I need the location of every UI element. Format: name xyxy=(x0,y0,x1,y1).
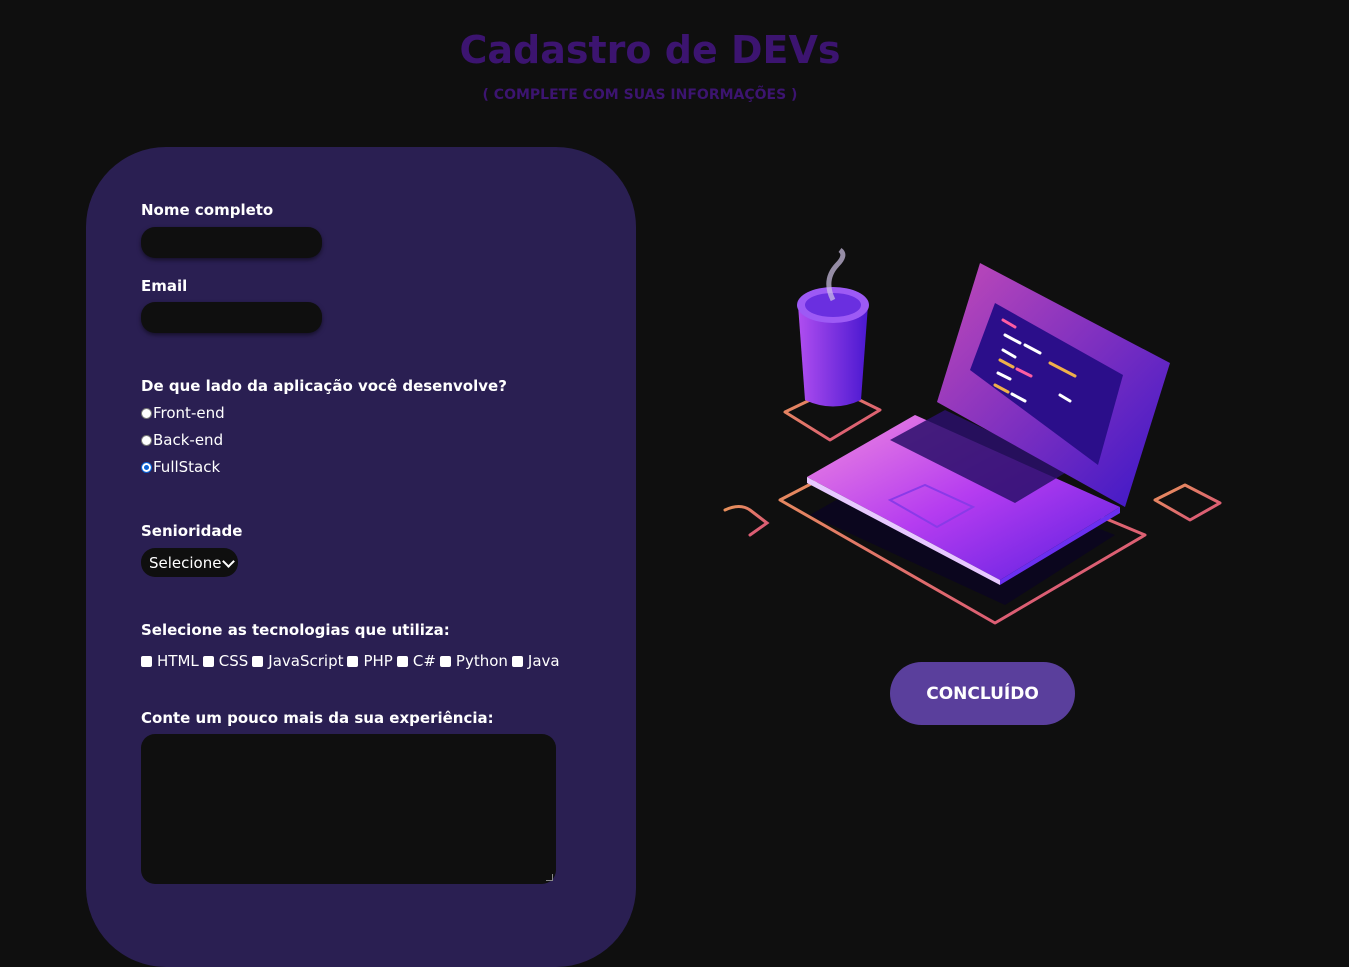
checkbox-label: HTML xyxy=(157,652,199,670)
side-question-label: De que lado da aplicação você desenvolve… xyxy=(141,377,507,395)
decor-shape-icon xyxy=(723,505,770,537)
page-subtitle: ( COMPLETE COM SUAS INFORMAÇÕES ) xyxy=(482,87,798,103)
radio-label: Back-end xyxy=(153,431,224,449)
email-input[interactable] xyxy=(141,302,322,333)
name-label: Nome completo xyxy=(141,201,274,219)
tech-label: Selecione as tecnologias que utiliza: xyxy=(141,621,450,639)
coffee-cup-icon xyxy=(797,247,869,407)
checkbox-label: CSS xyxy=(218,652,249,670)
submit-button[interactable]: CONCLUÍDO xyxy=(890,662,1075,725)
name-input[interactable] xyxy=(141,227,322,258)
radio-fullstack[interactable]: FullStack xyxy=(141,458,220,476)
checkbox-python[interactable]: Python xyxy=(439,652,508,670)
checkbox[interactable] xyxy=(252,655,264,667)
checkbox-javascript[interactable]: JavaScript xyxy=(252,652,343,670)
laptop-coffee-illustration xyxy=(723,247,1222,625)
radio-label: FullStack xyxy=(153,458,221,476)
checkbox-label: C# xyxy=(412,652,436,670)
tech-checkbox-group: HTML CSS JavaScript PHP C# Python Java xyxy=(141,652,564,670)
page-title: Cadastro de DEVs xyxy=(459,28,841,72)
radio-back-end[interactable]: Back-end xyxy=(141,431,223,449)
checkbox-label: Python xyxy=(455,652,508,670)
checkbox-css[interactable]: CSS xyxy=(202,652,249,670)
radio-button-checked[interactable] xyxy=(141,461,152,473)
checkbox[interactable] xyxy=(347,655,359,667)
resize-handle-icon[interactable] xyxy=(546,874,553,881)
seniority-selected-value: Selecione xyxy=(149,553,222,572)
checkbox-label: Java xyxy=(527,652,560,670)
checkbox[interactable] xyxy=(141,655,152,667)
seniority-select[interactable]: Selecione xyxy=(141,548,238,577)
radio-label: Front-end xyxy=(153,404,225,422)
email-label: Email xyxy=(141,277,188,295)
radio-front-end[interactable]: Front-end xyxy=(141,404,225,422)
checkbox-php[interactable]: PHP xyxy=(347,652,393,670)
checkbox[interactable] xyxy=(439,655,451,667)
experience-textarea[interactable] xyxy=(141,734,556,884)
checkbox-java[interactable]: Java xyxy=(511,652,560,670)
experience-label: Conte um pouco mais da sua experiência: xyxy=(141,709,494,727)
chevron-down-icon xyxy=(222,555,235,568)
decor-diamond-icon xyxy=(1153,483,1222,522)
checkbox-html[interactable]: HTML xyxy=(141,652,199,670)
seniority-label: Senioridade xyxy=(141,522,243,540)
checkbox-csharp[interactable]: C# xyxy=(396,652,436,670)
checkbox-label: JavaScript xyxy=(268,652,344,670)
checkbox[interactable] xyxy=(511,655,523,667)
radio-button[interactable] xyxy=(141,434,152,446)
radio-button[interactable] xyxy=(141,407,152,419)
checkbox-label: PHP xyxy=(363,652,393,670)
checkbox[interactable] xyxy=(396,655,408,667)
checkbox[interactable] xyxy=(202,655,214,667)
